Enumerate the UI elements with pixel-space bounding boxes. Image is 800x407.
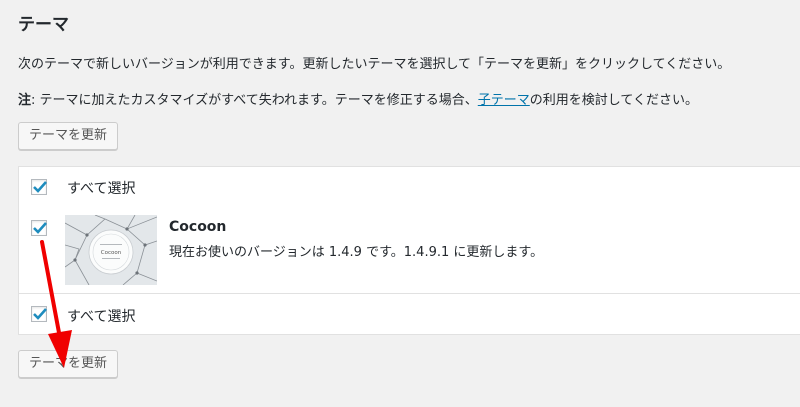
select-all-label-bottom: すべて選択 — [67, 309, 136, 325]
select-all-row-top: すべて選択 — [19, 167, 800, 208]
theme-row-cocoon: Cocoon Cocoon 現在お使いのバージョンは 1.4.9 です。1.4.… — [19, 207, 800, 294]
themes-table: すべて選択 Cocoon Cocoon 現在お使いのバージョンは 1.4.9 で… — [18, 166, 800, 335]
select-all-row-bottom: すべて選択 — [19, 293, 800, 335]
note-text-after: の利用を検討してください。 — [529, 93, 699, 108]
theme-screenshot-thumbnail: Cocoon — [65, 215, 157, 285]
update-description: 次のテーマで新しいバージョンが利用できます。更新したいテーマを選択して「テーマを… — [18, 57, 731, 72]
warning-note: 注: テーマに加えたカスタマイズがすべて失われます。テーマを修正する場合、子テー… — [18, 89, 698, 108]
thumbnail-logo-text: Cocoon — [101, 250, 122, 256]
check-icon — [33, 308, 47, 320]
update-themes-button-bottom[interactable]: テーマを更新 — [18, 350, 119, 378]
select-all-label-top: すべて選択 — [67, 181, 136, 197]
theme-checkbox-cocoon[interactable] — [31, 220, 47, 236]
note-label: 注 — [18, 93, 32, 108]
child-theme-link[interactable]: 子テーマ — [478, 93, 530, 108]
check-icon — [33, 222, 47, 234]
theme-version-info: 現在お使いのバージョンは 1.4.9 です。1.4.9.1 に更新します。 — [169, 245, 544, 260]
update-themes-button-top[interactable]: テーマを更新 — [18, 122, 119, 150]
check-icon — [33, 181, 47, 193]
page-title: テーマ — [18, 15, 69, 35]
select-all-checkbox-top[interactable] — [31, 179, 47, 195]
theme-name: Cocoon — [169, 219, 227, 235]
select-all-checkbox-bottom[interactable] — [31, 306, 47, 322]
note-text-before: : テーマに加えたカスタマイズがすべて失われます。テーマを修正する場合、 — [31, 93, 478, 108]
